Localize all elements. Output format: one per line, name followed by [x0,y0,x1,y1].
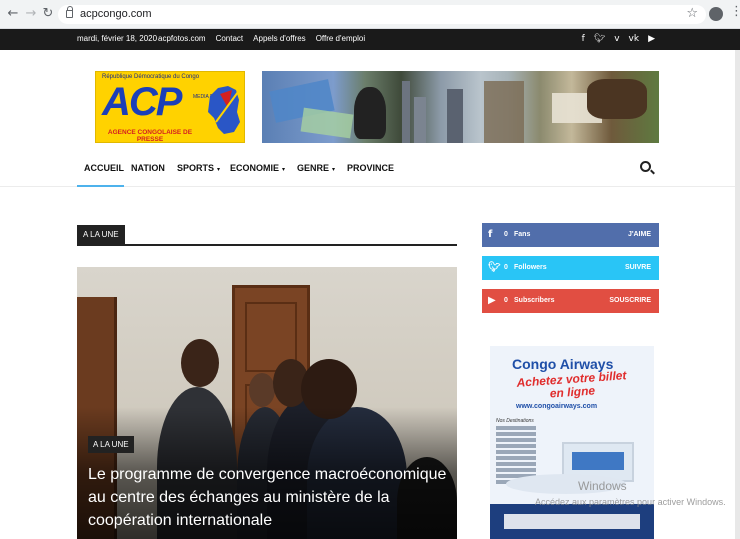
youtube-action[interactable]: SOUSCRIRE [609,297,651,304]
facebook-action[interactable]: J'AIME [628,231,651,238]
browser-toolbar: ← → ↻ acpcongo.com ☆ ⋮ [0,0,740,29]
drc-map-icon [208,86,240,134]
top-bar: mardi, février 18, 2020 acpfotos.com Con… [0,29,740,50]
top-link-contact[interactable]: Contact [216,34,244,43]
page-edge [735,50,740,539]
image-head [249,373,275,407]
nav-item-nation[interactable]: NATION [131,163,165,173]
youtube-count: 0 [504,297,508,304]
nav-item-economie[interactable]: ECONOMIE ▾ [230,163,285,173]
nav-item-accueil[interactable]: ACCUEIL [84,163,124,173]
chevron-down-icon: ▾ [332,166,336,173]
congo-airways-ad[interactable]: Congo Airways Achetez votre billet en li… [490,346,654,539]
facebook-label: Fans [514,231,531,238]
windows-activation-text: Accédez aux paramètres pour activer Wind… [535,497,726,507]
search-icon[interactable] [640,161,651,172]
main-nav: ACCUEIL NATION SPORTS ▾ ECONOMIE ▾ GENRE ▾ … [0,153,740,187]
top-links: acpfotos.com Contact Appels d'offres Off… [158,34,365,43]
vk-icon[interactable]: vk [629,34,640,44]
featured-title[interactable]: Le programme de convergence macroéconomi… [88,463,448,532]
top-link-offre-emploi[interactable]: Offre d'emploi [316,34,365,43]
ad-footer [490,504,654,539]
youtube-icon: ▶ [488,295,496,306]
chevron-down-icon: ▾ [282,166,286,173]
forward-icon[interactable]: → [24,6,38,22]
facebook-icon: f [488,229,493,240]
image-head [181,339,219,387]
twitter-icon: 🐦︎ [488,262,501,273]
ad-site: www.congoairways.com [516,403,598,410]
facebook-icon[interactable]: f [582,34,585,44]
twitter-counter[interactable]: 🐦︎ 0 Followers SUIVRE [482,256,659,280]
youtube-icon[interactable]: ▶ [648,34,655,44]
chevron-down-icon: ▾ [217,166,221,173]
current-date: mardi, février 18, 2020 [77,34,158,43]
nav-item-province[interactable]: PROVINCE [347,163,394,173]
lock-icon [66,6,73,18]
site-logo[interactable]: République Démocratique du Congo ACP MED… [95,71,245,143]
back-icon[interactable]: ← [6,6,20,22]
top-link-acpfotos[interactable]: acpfotos.com [158,34,206,43]
account-circle-icon[interactable] [709,7,723,21]
logo-agency: AGENCE CONGOLAISE DE PRESSE [107,129,193,143]
address-bar[interactable]: acpcongo.com ☆ [58,5,706,24]
ad-destinations: Nos Destinations [496,418,534,424]
top-link-appels-offres[interactable]: Appels d'offres [253,34,306,43]
header-banner-image [262,71,659,143]
section-title: A LA UNE [77,225,125,244]
logo-acronym: ACP [102,80,182,124]
youtube-counter[interactable]: ▶ 0 Subscribers SOUSCRIRE [482,289,659,313]
youtube-label: Subscribers [514,297,555,304]
section-heading: A LA UNE [77,225,457,246]
twitter-icon[interactable]: 🐦︎ [594,34,605,44]
twitter-count: 0 [504,264,508,271]
vimeo-icon[interactable]: v [614,34,619,44]
star-icon[interactable]: ☆ [686,6,698,21]
nav-active-indicator [77,185,124,187]
facebook-counter[interactable]: f 0 Fans J'AIME [482,223,659,247]
twitter-label: Followers [514,264,547,271]
featured-article[interactable]: A LA UNE Le programme de convergence mac… [77,267,457,539]
windows-watermark: Windows [578,479,627,493]
nav-item-genre[interactable]: GENRE ▾ [297,163,335,173]
nav-item-sports[interactable]: SPORTS ▾ [177,163,220,173]
top-social-icons: f 🐦︎ v vk ▶ [582,34,655,44]
url-text: acpcongo.com [80,8,152,20]
facebook-count: 0 [504,231,508,238]
ad-slogan: Achetez votre billet en ligne [516,368,627,401]
featured-category[interactable]: A LA UNE [88,436,134,453]
twitter-action[interactable]: SUIVRE [625,264,651,271]
kebab-menu-icon[interactable]: ⋮ [730,5,740,19]
reload-icon[interactable]: ↻ [41,6,55,22]
